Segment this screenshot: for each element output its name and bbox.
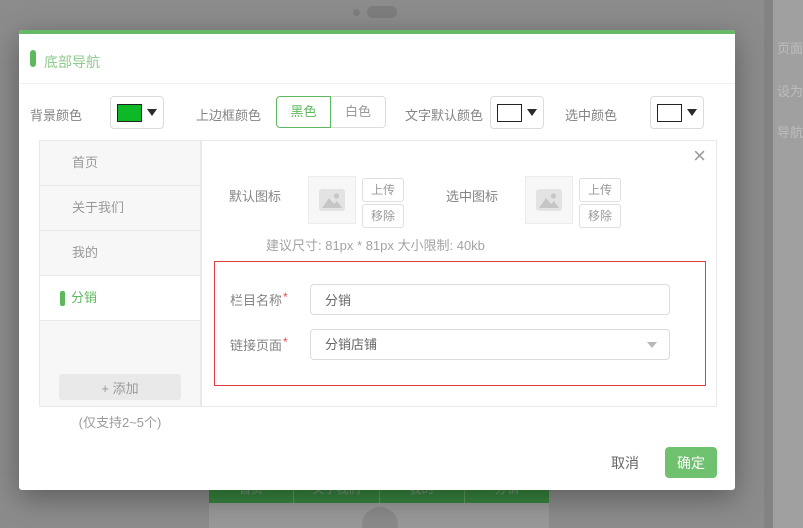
sidebar-tab-home[interactable]: 首页 <box>40 141 200 186</box>
text-color-picker[interactable] <box>490 96 544 129</box>
border-color-label: 上边框颜色 <box>196 108 262 123</box>
color-swatch-white <box>657 103 682 122</box>
bg-color-picker[interactable] <box>110 96 164 129</box>
highlighted-form-area: 栏目名称* 链接页面* 分销店铺 <box>214 261 706 386</box>
name-field-label: 栏目名称* <box>230 290 288 308</box>
link-page-value: 分销店铺 <box>325 337 378 352</box>
screen: 页面 设为 导航 首页 关于我们 我的 分销 底部导航 背景颜色 上边框颜色 黑… <box>0 0 803 528</box>
selected-tab-pill <box>60 291 65 306</box>
color-swatch-green <box>117 103 142 122</box>
color-swatch-white <box>497 103 522 122</box>
background-menu-item: 页面 <box>777 41 803 56</box>
required-asterisk: * <box>283 290 288 304</box>
caret-down-icon <box>147 109 157 116</box>
sidebar-tab-distribution[interactable]: 分销 <box>40 276 200 321</box>
link-field-label: 链接页面* <box>230 335 288 353</box>
border-color-black-button[interactable]: 黑色 <box>276 96 331 128</box>
selected-color-label: 选中颜色 <box>565 108 618 123</box>
caret-down-icon <box>527 109 537 116</box>
default-icon-upload-button[interactable]: 上传 <box>362 178 404 202</box>
close-icon[interactable]: × <box>693 145 706 167</box>
dialog-title: 底部导航 <box>44 54 100 70</box>
background-divider <box>764 0 773 528</box>
default-icon-placeholder[interactable] <box>308 176 356 224</box>
default-icon-label: 默认图标 <box>229 189 282 204</box>
dialog-footer: 取消 确定 <box>611 447 717 478</box>
image-placeholder-icon <box>319 189 345 211</box>
selected-icon-upload-button[interactable]: 上传 <box>579 178 621 202</box>
tab-content-panel: × 默认图标 上传 移除 选中图标 上传 移除 建议尺寸: 81px * 81p… <box>201 140 717 407</box>
sidebar-tab-about[interactable]: 关于我们 <box>40 186 200 231</box>
name-input[interactable] <box>310 284 670 315</box>
title-accent-pill <box>30 50 36 67</box>
border-color-white-button[interactable]: 白色 <box>331 96 386 128</box>
sidebar-tab-label: 分销 <box>71 290 98 305</box>
background-settings-panel: 页面 设为 导航 <box>773 0 803 528</box>
caret-down-icon <box>647 342 657 348</box>
selected-icon-label: 选中图标 <box>446 189 499 204</box>
sidebar-tab-mine[interactable]: 我的 <box>40 231 200 276</box>
background-menu-item: 导航 <box>777 125 803 140</box>
border-color-options: 黑色 白色 <box>276 96 386 128</box>
background-dot <box>353 9 360 16</box>
selected-icon-placeholder[interactable] <box>525 176 573 224</box>
tabs-limit-note: (仅支持2~5个) <box>78 415 162 430</box>
nav-items-sidebar: 首页 关于我们 我的 分销 + 添加 <box>39 140 201 407</box>
selected-color-picker[interactable] <box>650 96 704 129</box>
default-icon-remove-button[interactable]: 移除 <box>362 204 404 228</box>
add-tab-button[interactable]: + 添加 <box>59 374 181 400</box>
background-menu-item: 设为 <box>777 84 803 99</box>
dialog-header: 底部导航 <box>19 34 735 84</box>
color-controls-row: 背景颜色 上边框颜色 黑色 白色 文字默认颜色 选中颜色 <box>19 85 735 140</box>
selected-icon-remove-button[interactable]: 移除 <box>579 204 621 228</box>
confirm-button[interactable]: 确定 <box>665 447 717 478</box>
bottom-nav-dialog: 底部导航 背景颜色 上边框颜色 黑色 白色 文字默认颜色 选中颜色 首页 关于我… <box>19 30 735 490</box>
text-color-label: 文字默认颜色 <box>405 108 484 123</box>
bg-color-label: 背景颜色 <box>30 108 83 123</box>
background-toggle <box>367 6 397 18</box>
image-placeholder-icon <box>536 189 562 211</box>
size-hint: 建议尺寸: 81px * 81px 大小限制: 40kb <box>266 238 485 253</box>
caret-down-icon <box>687 109 697 116</box>
required-asterisk: * <box>283 335 288 349</box>
cancel-button[interactable]: 取消 <box>611 453 639 473</box>
link-page-select[interactable]: 分销店铺 <box>310 329 670 360</box>
